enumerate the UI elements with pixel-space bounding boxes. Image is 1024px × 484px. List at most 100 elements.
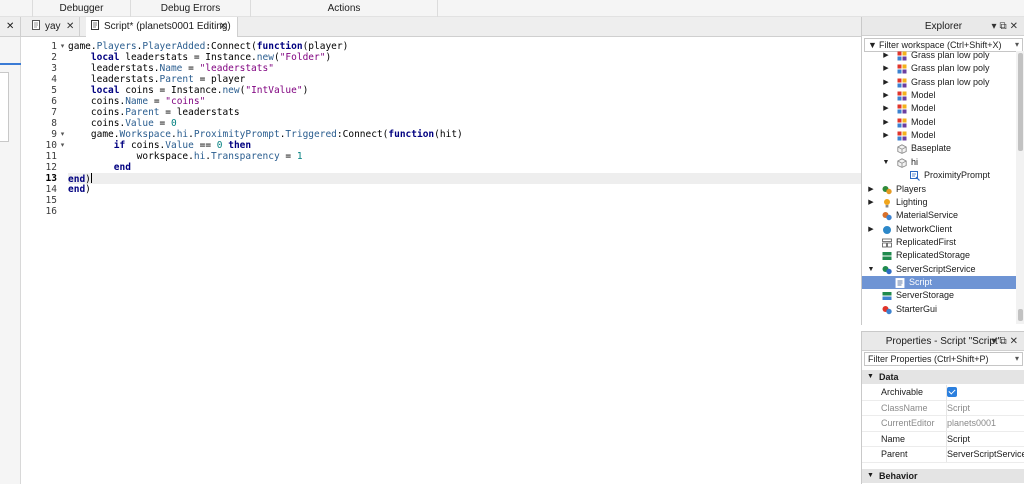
explorer-item-materialservice[interactable]: MaterialService (862, 209, 1016, 222)
code-line[interactable]: coins.Name = "coins" (68, 96, 861, 107)
section-behavior[interactable]: ▼ Behavior (862, 469, 1024, 483)
properties-panel: Properties - Script "Script" ▾⧉✕ Filter … (861, 331, 1024, 484)
panel-window-buttons[interactable]: ▾⧉✕ (991, 17, 1021, 36)
explorer-tree: ▶ Grass plan low poly ▶ Grass plan low poly… (862, 51, 1016, 324)
close-icon: ✕ (1009, 21, 1021, 32)
explorer-item-label: ServerStorage (896, 290, 955, 301)
property-value[interactable]: ServerScriptService (946, 447, 1024, 463)
line-number: 9 (51, 129, 57, 140)
explorer-scrollbar[interactable] (1016, 51, 1024, 324)
collapsed-pane-close[interactable]: ✕ (0, 17, 21, 37)
code-line[interactable] (68, 195, 861, 206)
expand-arrow-icon[interactable]: ▶ (882, 51, 890, 62)
code-line[interactable]: game.Players.PlayerAdded:Connect(functio… (68, 41, 861, 52)
code-line[interactable]: local coins = Instance.new("IntValue") (68, 85, 861, 96)
property-row-classname[interactable]: ClassName Script (862, 400, 1024, 417)
explorer-item-label: Model (911, 90, 936, 101)
explorer-item-model[interactable]: ▶ Model (862, 129, 1016, 142)
explorer-item-script[interactable]: Script (862, 275, 1016, 290)
expand-arrow-icon[interactable]: ▶ (882, 76, 890, 89)
expand-arrow-icon[interactable]: ▶ (882, 129, 890, 142)
script-editor[interactable]: 1 2 3 4 5 6 7 8 9 10 11 12 13 14 15 16 ▾ game.Players.Pl… (21, 37, 861, 484)
code-line[interactable]: end (68, 162, 861, 173)
code-line[interactable]: coins.Value = 0 (68, 118, 861, 129)
property-row-parent[interactable]: Parent ServerScriptService (862, 447, 1024, 463)
code-line[interactable]: local leaderstats = Instance.new("Folder… (68, 52, 861, 63)
explorer-item-label: Baseplate (911, 143, 952, 154)
code-line[interactable]: workspace.hi.Transparency = 1 (68, 151, 861, 162)
explorer-filter-input[interactable]: ▼ Filter workspace (Ctrl+Shift+X) ▾ (864, 38, 1023, 52)
material-icon (882, 211, 892, 221)
checkbox-checked-icon[interactable] (947, 387, 957, 397)
expand-arrow-icon[interactable]: ▶ (882, 62, 890, 75)
left-collapsed-pane[interactable] (0, 37, 21, 484)
explorer-item-serverstorage[interactable]: ServerStorage (862, 289, 1016, 302)
tab-script[interactable]: Script* (planets0001 Editing) ✕ (86, 17, 238, 38)
explorer-item-label: StarterGui (896, 303, 938, 314)
explorer-item-grass-plan-low-poly[interactable]: ▶ Grass plan low poly (862, 51, 1016, 62)
explorer-item-replicatedfirst[interactable]: ReplicatedFirst (862, 236, 1016, 249)
properties-filter-placeholder: Filter Properties (Ctrl+Shift+P) (868, 354, 989, 364)
explorer-item-serverscriptservice[interactable]: ▼ ServerScriptService (862, 263, 1016, 276)
proximity-prompt-icon (910, 171, 920, 182)
line-number: 12 (45, 162, 57, 173)
code-line[interactable]: game.Workspace.hi.ProximityPrompt.Trigge… (68, 129, 861, 140)
explorer-item-networkclient[interactable]: ▶ NetworkClient (862, 223, 1016, 236)
fold-toggle-icon[interactable]: ▾ (58, 41, 67, 52)
scrollbar-thumb-bottom[interactable] (1018, 309, 1023, 321)
scrollbar-thumb[interactable] (1018, 53, 1023, 151)
chevron-down-icon[interactable]: ▾ (1015, 353, 1019, 365)
code-line[interactable]: leaderstats.Name = "leaderstats" (68, 63, 861, 74)
code-line[interactable]: coins.Parent = leaderstats (68, 107, 861, 118)
expand-arrow-icon[interactable]: ▶ (882, 116, 890, 129)
explorer-item-grass-plan-low-poly[interactable]: ▶ Grass plan low poly (862, 62, 1016, 75)
collapse-arrow-icon[interactable]: ▼ (867, 370, 874, 384)
tab-yay-close-icon[interactable]: ✕ (66, 17, 74, 37)
section-data[interactable]: ▼ Data (862, 370, 1024, 384)
fold-toggle-icon[interactable]: ▾ (58, 129, 67, 140)
expand-arrow-icon[interactable]: ▶ (867, 223, 875, 236)
expand-arrow-icon[interactable]: ▶ (867, 196, 875, 209)
property-row-archivable[interactable]: Archivable (862, 385, 1024, 402)
explorer-item-model[interactable]: ▶ Model (862, 102, 1016, 115)
code-line[interactable] (68, 206, 861, 217)
model-icon (897, 131, 907, 141)
explorer-item-label: ProximityPrompt (924, 170, 991, 181)
properties-filter-input[interactable]: Filter Properties (Ctrl+Shift+P) ▾ (864, 352, 1023, 366)
explorer-item-players[interactable]: ▶ Players (862, 183, 1016, 196)
explorer-item-startergui[interactable]: StarterGui (862, 303, 1016, 316)
collapse-arrow-icon[interactable]: ▼ (867, 469, 874, 483)
property-value[interactable] (946, 385, 1024, 402)
explorer-item-lighting[interactable]: ▶ Lighting (862, 196, 1016, 209)
code-line[interactable]: leaderstats.Parent = player (68, 74, 861, 85)
code-line[interactable]: end) (68, 173, 861, 185)
expand-arrow-icon[interactable]: ▶ (882, 89, 890, 102)
ribbon-group-debug-errors: Debug Errors (130, 0, 250, 17)
explorer-item-model[interactable]: ▶ Model (862, 89, 1016, 102)
chevron-down-icon[interactable]: ▾ (1015, 39, 1019, 51)
explorer-item-proximityprompt[interactable]: ProximityPrompt (862, 169, 1016, 182)
property-row-currenteditor[interactable]: CurrentEditor planets0001 (862, 416, 1024, 432)
explorer-item-label: ReplicatedStorage (896, 250, 971, 261)
explorer-item-grass-plan-low-poly[interactable]: ▶ Grass plan low poly (862, 76, 1016, 89)
explorer-item-replicatedstorage[interactable]: ReplicatedStorage (862, 249, 1016, 262)
panel-window-buttons[interactable]: ▾⧉✕ (991, 332, 1021, 351)
explorer-item-hi[interactable]: ▼ hi (862, 156, 1016, 169)
tab-script-close-icon[interactable]: ✕ (219, 17, 227, 37)
property-value[interactable]: Script (946, 431, 1024, 447)
model-icon (897, 78, 907, 88)
close-icon[interactable]: ✕ (6, 21, 14, 32)
line-number: 11 (45, 151, 57, 162)
tab-yay[interactable]: yay ✕ (27, 17, 80, 37)
code-line[interactable]: end) (68, 184, 861, 195)
fold-toggle-icon[interactable]: ▾ (58, 140, 67, 151)
property-row-name[interactable]: Name Script (862, 431, 1024, 448)
code-line[interactable]: if coins.Value == 0 then (68, 140, 861, 151)
explorer-item-baseplate[interactable]: Baseplate (862, 142, 1016, 155)
collapse-arrow-icon[interactable]: ▼ (867, 263, 875, 276)
expand-arrow-icon[interactable]: ▶ (882, 102, 890, 115)
explorer-item-model[interactable]: ▶ Model (862, 116, 1016, 129)
expand-arrow-icon[interactable]: ▶ (867, 183, 875, 196)
tab-script-label: Script* (planets0001 Editing) (104, 21, 231, 32)
collapse-arrow-icon[interactable]: ▼ (882, 156, 890, 169)
